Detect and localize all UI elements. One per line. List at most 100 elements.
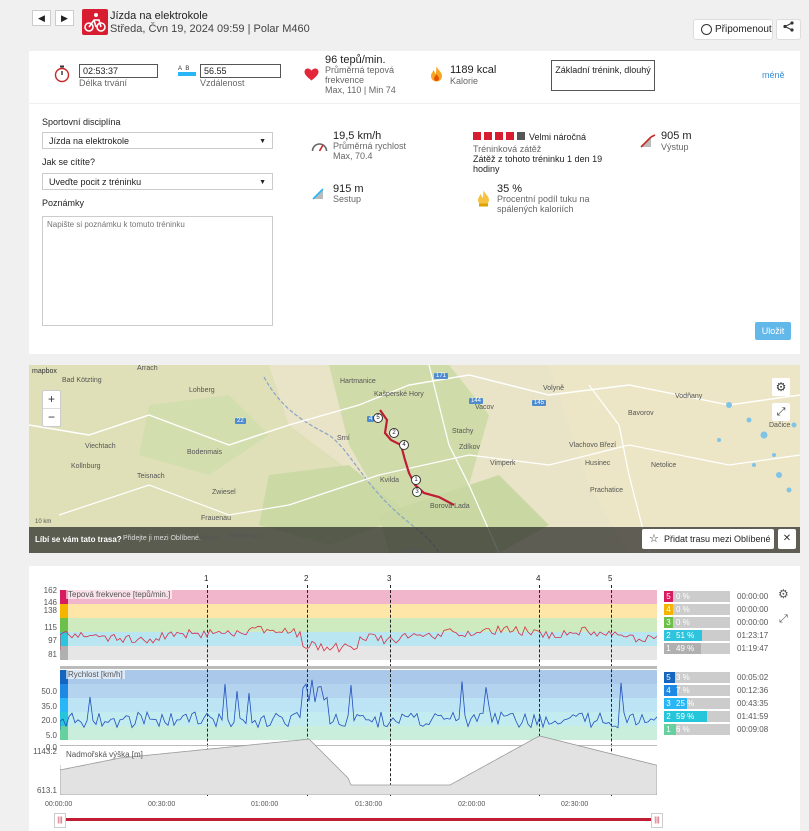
route-lap-marker: 3	[412, 487, 422, 497]
map-town-label: Regen	[200, 535, 221, 542]
remind-label: Připomenout	[715, 24, 772, 35]
like-route-sub: Přidejte ji mezi Oblíbené.	[123, 535, 201, 542]
map-town-label: Vlachovo Březí	[569, 442, 617, 449]
zone-percent: 51 %	[676, 631, 695, 640]
range-slider-start-handle[interactable]: |||	[54, 813, 66, 828]
play-icon	[701, 24, 712, 35]
map-fullscreen-button[interactable]: ⤢	[772, 403, 790, 421]
map-town-label: Dačice	[769, 422, 791, 429]
zoom-out-button[interactable]: −	[43, 409, 60, 426]
zone-number: 2	[664, 630, 673, 641]
map-town-label: Srní	[337, 435, 350, 442]
hr-label: Průměrná tepová frekvence	[325, 65, 395, 85]
map-scale: 10 km	[35, 519, 52, 525]
share-button[interactable]	[776, 19, 801, 40]
notes-textarea[interactable]	[42, 216, 273, 326]
notes-label: Poznámky	[42, 198, 85, 208]
speed-tick-label: 35.0	[41, 702, 57, 711]
zone-percent: 0 %	[676, 618, 690, 627]
caret-down-icon: ▼	[259, 179, 266, 186]
chart-expand-button[interactable]: ⤢	[779, 613, 788, 626]
expand-icon: ⤢	[776, 406, 786, 418]
map-road-number: 144	[469, 398, 484, 404]
zone-number: 2	[664, 711, 673, 722]
time-tick-label: 01:00:00	[251, 801, 279, 808]
zone-percent: 3 %	[676, 673, 690, 682]
hr-tick-label: 81	[48, 650, 57, 659]
training-load-label: Tréninková zátěž	[473, 144, 542, 154]
zone-percent: 7 %	[676, 686, 690, 695]
feeling-select-value: Uveďte pocit z tréninku	[49, 177, 142, 187]
zone-percent: 49 %	[676, 644, 695, 653]
zone-percent: 59 %	[676, 712, 695, 721]
map-town-label: Vimperk	[490, 460, 516, 467]
zone-percent: 6 %	[676, 725, 690, 734]
star-icon: ☆	[649, 533, 659, 545]
zoom-in-button[interactable]: +	[43, 391, 60, 409]
route-lap-marker: 4	[399, 440, 409, 450]
feeling-label: Jak se cítíte?	[42, 157, 96, 167]
zone-time: 01:19:47	[737, 644, 769, 653]
zoom-control: + −	[42, 390, 61, 427]
zone-number: 3	[664, 698, 673, 709]
map-town-label: Husinec	[585, 460, 611, 467]
add-favorite-button[interactable]: ☆ Přidat trasu mezi Oblíbené	[642, 529, 774, 549]
speed-chart-title: Rychlost [km/h]	[66, 670, 125, 679]
close-banner-button[interactable]: ✕	[778, 529, 796, 549]
hr-tick-label: 97	[48, 636, 57, 645]
map-settings-button[interactable]: ⚙	[772, 378, 790, 396]
hr-line	[60, 625, 657, 653]
time-tick-label: 00:30:00	[148, 801, 176, 808]
distance-label: Vzdálenost	[200, 78, 245, 88]
duration-field[interactable]: 02:53:37	[79, 64, 158, 78]
altitude-area	[60, 735, 657, 795]
heart-icon	[304, 68, 319, 84]
sport-select[interactable]: Jízda na elektrokole ▼	[42, 132, 273, 149]
zone-time: 00:00:00	[737, 592, 769, 601]
workout-title: Jízda na elektrokole	[110, 10, 208, 22]
distance-field[interactable]: 56.55	[200, 64, 281, 78]
map-town-label: Kvilda	[380, 477, 400, 484]
altitude-tick-label: 1143.2	[33, 747, 57, 756]
lap-number: 2	[304, 574, 309, 583]
zone-time: 00:09:08	[737, 725, 769, 734]
zone-percent: 0 %	[676, 605, 690, 614]
distance-icon: A B	[178, 66, 196, 78]
zone-number: 5	[664, 672, 673, 683]
zone-time: 00:00:00	[737, 618, 769, 627]
next-button[interactable]: ▶	[55, 10, 74, 26]
speed-tick-label: 5.0	[45, 731, 57, 740]
range-slider-end-handle[interactable]: |||	[651, 813, 663, 828]
speed-line	[60, 679, 657, 730]
map-town-label: Teisnach	[137, 473, 165, 480]
training-load-block	[506, 132, 514, 140]
route-map[interactable]: Bad Kötzting Arrach Lohberg Viechtach Kollnb…	[29, 365, 800, 553]
range-slider-track[interactable]	[60, 818, 657, 821]
close-icon: ✕	[782, 533, 792, 544]
training-load-desc: Zátěž z tohoto tréninku 1 den 19 hodiny	[473, 154, 603, 174]
hr-max: Max, 110	[325, 85, 362, 95]
summary-panel: 02:53:37 Délka trvání A B 56.55 Vzdáleno…	[29, 51, 800, 103]
remind-button[interactable]: Připomenout	[693, 19, 773, 40]
less-link[interactable]: méně	[762, 70, 785, 80]
speedometer-icon	[311, 140, 328, 155]
ascent-icon	[640, 134, 656, 151]
route-lap-marker: 1	[411, 475, 421, 485]
training-load-value: Velmi náročná	[529, 132, 587, 142]
time-tick-label: 02:30:00	[561, 801, 589, 808]
chart-settings-button[interactable]: ⚙	[778, 587, 789, 601]
previous-button[interactable]: ◀	[32, 10, 51, 26]
map-town-label: Viechtach	[85, 443, 116, 450]
share-icon	[783, 21, 794, 35]
zone-time: 00:12:36	[737, 686, 769, 695]
training-type-box[interactable]: Základní trénink, dlouhý	[551, 60, 655, 91]
feeling-select[interactable]: Uveďte pocit z tréninku ▼	[42, 173, 273, 190]
lap-number: 4	[536, 574, 541, 583]
map-town-label: Kašperské Hory	[374, 391, 424, 398]
map-road-number: 171	[434, 373, 449, 379]
descent-icon	[312, 186, 328, 203]
save-button[interactable]: Uložit	[755, 322, 791, 340]
calories-value: 1189 kcal	[450, 64, 497, 76]
map-town-label: Rinchnach	[229, 533, 263, 540]
lap-number: 3	[387, 574, 392, 583]
